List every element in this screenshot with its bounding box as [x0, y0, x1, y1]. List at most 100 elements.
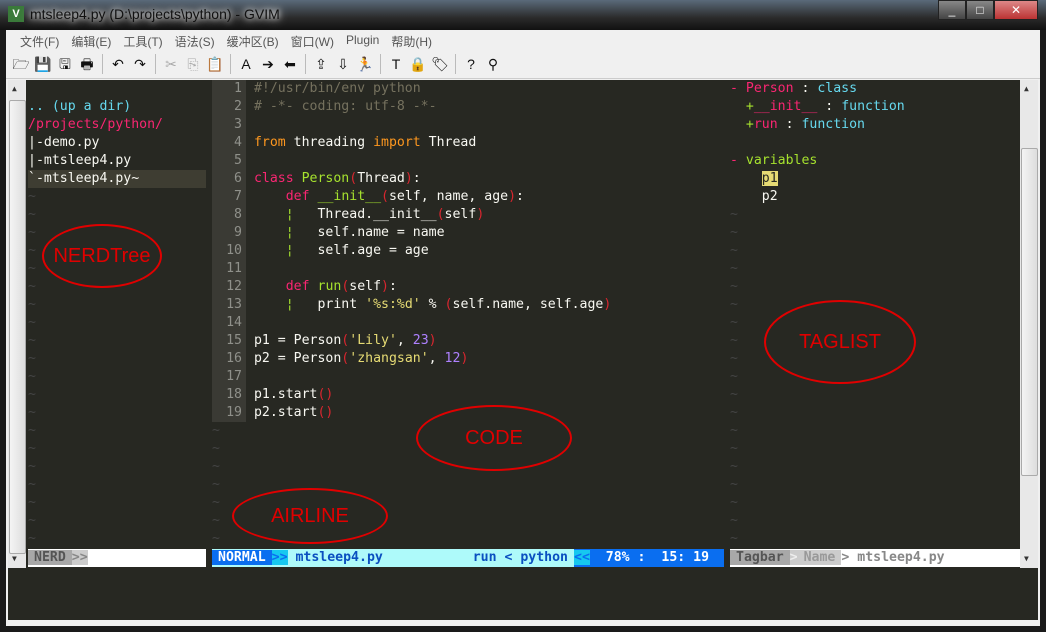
tagbar-statusline: Tagbar > Name > mtsleep4.py	[730, 549, 1020, 567]
tree-entry: .. (up a dir)	[28, 99, 132, 114]
empty-line: ~	[28, 440, 206, 458]
code-line: 15 p1 = Person('Lily', 23)	[212, 332, 722, 350]
shell-icon[interactable]: 🔒	[407, 53, 429, 75]
save-all-icon[interactable]: 🖫	[54, 53, 76, 75]
save-icon[interactable]: 💾	[32, 53, 54, 75]
nerdtree-pane[interactable]: .. (up a dir) /projects/python/ |-demo.py |…	[28, 80, 206, 548]
tilde: ~	[28, 225, 36, 240]
help-icon[interactable]: ?	[460, 53, 482, 75]
copy-icon[interactable]: ⎘	[182, 53, 204, 75]
tag-item[interactable]: +__init__ : function	[730, 98, 1020, 116]
line-number: 8	[212, 206, 246, 224]
close-button[interactable]: ✕	[994, 0, 1038, 20]
menu-item[interactable]: 工具(T)	[117, 30, 168, 50]
tilde: ~	[730, 423, 738, 438]
token: p1	[761, 171, 778, 186]
code-line: 9 ¦ self.name = name	[212, 224, 722, 242]
empty-line: ~	[28, 386, 206, 404]
empty-line: ~	[28, 530, 206, 548]
code-pane[interactable]: 1 #!/usr/bin/env python 2 # -*- coding: u…	[212, 80, 722, 548]
line-number: 19	[212, 404, 246, 422]
make-icon[interactable]: T	[385, 53, 407, 75]
token: %	[420, 297, 445, 312]
open-icon[interactable]: 🗁	[10, 53, 32, 75]
empty-line: ~	[28, 512, 206, 530]
left-scrollbar[interactable]: ▲ ▼	[8, 80, 26, 568]
tag-item[interactable]	[730, 134, 1020, 152]
code-line: 10 ¦ self.age = age	[212, 242, 722, 260]
right-scrollbar[interactable]: ▲ ▼	[1020, 80, 1038, 568]
token: ¦	[285, 207, 294, 222]
menu-item[interactable]: 文件(F)	[14, 30, 65, 50]
empty-line: ~	[28, 458, 206, 476]
token: :	[412, 171, 421, 186]
tags-icon[interactable]: 🏷	[429, 53, 451, 75]
tilde: ~	[730, 351, 738, 366]
paste-icon[interactable]: 📋	[204, 53, 226, 75]
toolbar: 🗁 💾 🖫 🖶 ↶ ↷ ✂ ⎘ 📋 A ➔ ⬅ ⇪ ⇩ 🏃 T 🔒 🏷? ⚲	[6, 50, 1040, 79]
tree-item[interactable]: |-demo.py	[28, 134, 206, 152]
token: )	[476, 207, 485, 222]
tilde: ~	[730, 333, 738, 348]
code-line: 6 class Person(Thread):	[212, 170, 722, 188]
token: ()	[317, 405, 334, 420]
menu-item[interactable]: 帮助(H)	[385, 30, 438, 50]
tilde: ~	[730, 531, 738, 546]
tag-item[interactable]: p1	[730, 170, 1020, 188]
redo-icon[interactable]: ↷	[129, 53, 151, 75]
undo-icon[interactable]: ↶	[107, 53, 129, 75]
menu-item[interactable]: Plugin	[340, 30, 385, 50]
token: __init__	[317, 189, 382, 204]
cut-icon[interactable]: ✂	[160, 53, 182, 75]
find-prev-icon[interactable]: ⬅	[279, 53, 301, 75]
menu-item[interactable]: 编辑(E)	[65, 30, 117, 50]
token: self.name, self.age	[452, 297, 604, 312]
tree-item[interactable]: .. (up a dir)	[28, 98, 206, 116]
code-line: 1 #!/usr/bin/env python	[212, 80, 722, 98]
empty-line: ~	[28, 404, 206, 422]
tilde: ~	[28, 459, 36, 474]
line-number: 13	[212, 296, 246, 314]
command-line[interactable]	[8, 568, 1038, 620]
token: +	[730, 99, 754, 114]
token: class	[253, 171, 294, 186]
tag-item[interactable]: p2	[730, 188, 1020, 206]
empty-line: ~	[730, 422, 1020, 440]
print-icon[interactable]: 🖶	[76, 53, 98, 75]
toolbar-separator	[380, 54, 381, 74]
token: #!/usr/bin/env python	[253, 81, 421, 96]
token: import	[373, 135, 421, 150]
menu-item[interactable]: 窗口(W)	[285, 30, 340, 50]
tilde: ~	[730, 387, 738, 402]
load-session-icon[interactable]: ⇪	[310, 53, 332, 75]
token: threading	[285, 135, 374, 150]
menu-item[interactable]: 缓冲区(B)	[221, 30, 285, 50]
empty-line: ~	[28, 296, 206, 314]
tree-item[interactable]	[28, 80, 206, 98]
menu-item[interactable]: 语法(S)	[169, 30, 221, 50]
find-help-icon[interactable]: ⚲	[482, 53, 504, 75]
tree-item[interactable]: |-mtsleep4.py	[28, 152, 206, 170]
tagbar-file: mtsleep4.py	[857, 550, 945, 565]
tree-item[interactable]: `-mtsleep4.py~	[28, 170, 206, 188]
tilde: ~	[28, 369, 36, 384]
tilde: ~	[212, 495, 220, 510]
line-number: 2	[212, 98, 246, 116]
line-number: 16	[212, 350, 246, 368]
maximize-button[interactable]: □	[966, 0, 994, 20]
tag-item[interactable]: +run : function	[730, 116, 1020, 134]
save-session-icon[interactable]: ⇩	[332, 53, 354, 75]
tilde: ~	[28, 441, 36, 456]
tag-item[interactable]: - Person : class	[730, 80, 1020, 98]
token: # -*- coding: utf-8 -*-	[253, 99, 437, 114]
run-script-icon[interactable]: 🏃	[354, 53, 376, 75]
replace-icon[interactable]: A	[235, 53, 257, 75]
tree-item[interactable]: /projects/python/	[28, 116, 206, 134]
find-next-icon[interactable]: ➔	[257, 53, 279, 75]
line-number: 12	[212, 278, 246, 296]
tag-item[interactable]: - variables	[730, 152, 1020, 170]
minimize-button[interactable]: _	[938, 0, 966, 20]
token: ,	[428, 351, 445, 366]
empty-line: ~	[28, 188, 206, 206]
